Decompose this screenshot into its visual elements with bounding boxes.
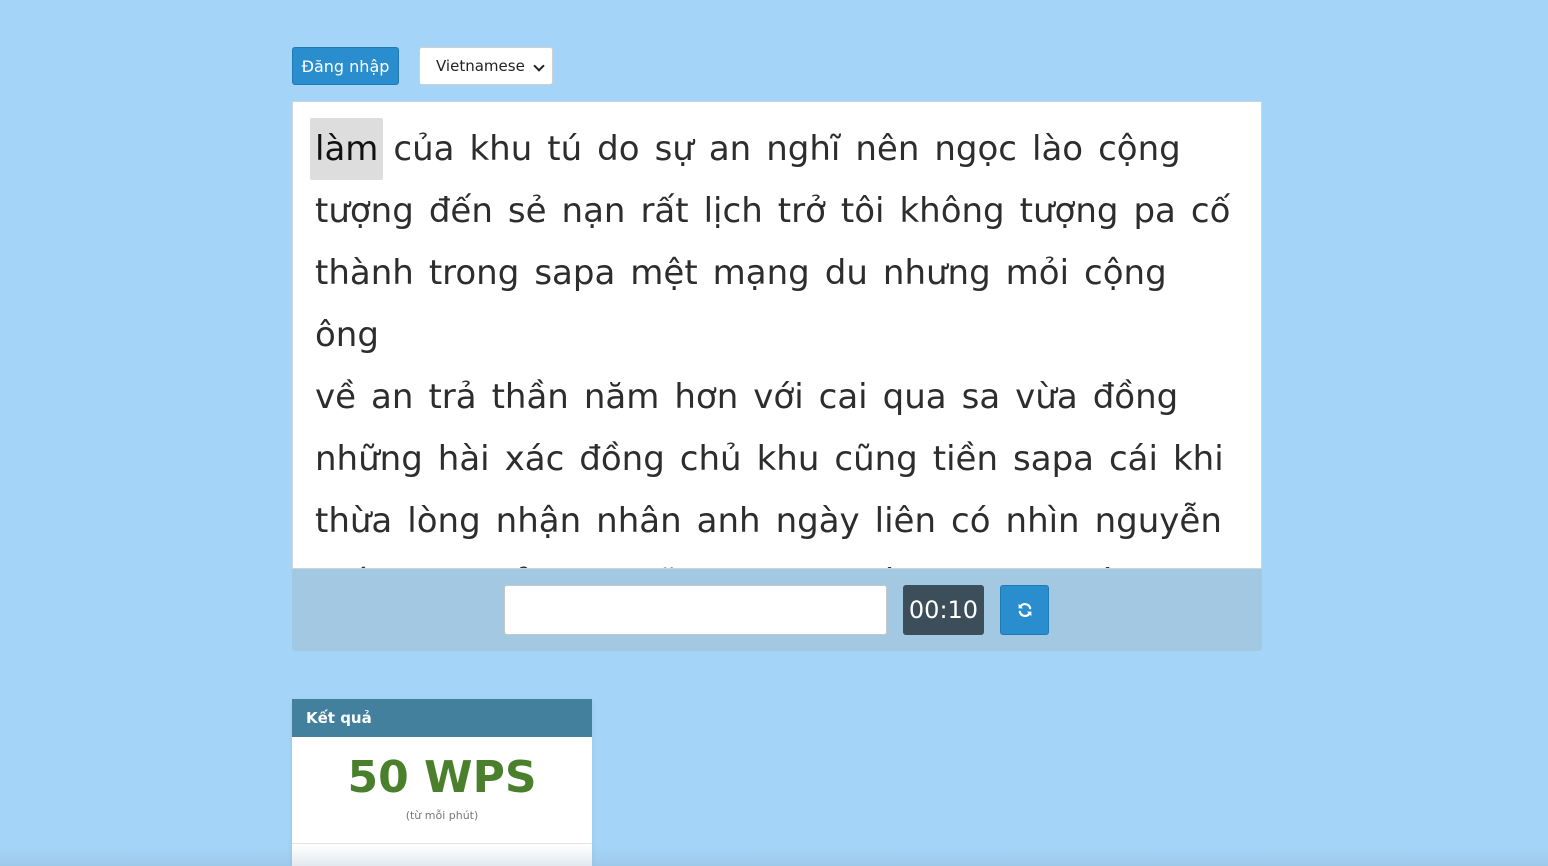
word: cái <box>1108 439 1158 479</box>
result-title: Kết quả <box>292 699 592 737</box>
word: do <box>597 129 640 169</box>
word: tiền <box>932 439 999 479</box>
word: tự <box>418 552 463 568</box>
word: chia <box>544 552 625 568</box>
word: nhưng <box>882 253 991 293</box>
word: liên <box>874 501 937 541</box>
word: cộng <box>1098 129 1181 169</box>
word: đến <box>428 191 493 231</box>
word: zing <box>688 552 768 568</box>
word: không <box>899 191 1005 231</box>
word: khu <box>756 439 820 479</box>
word: ông <box>315 315 379 355</box>
word: đông <box>853 552 949 568</box>
word: xác <box>504 439 565 479</box>
word: qua <box>882 377 947 417</box>
word: với <box>753 377 804 417</box>
login-button[interactable]: Đăng nhập <box>292 47 399 85</box>
word: sapa <box>1013 439 1094 479</box>
word: mạng <box>1125 552 1232 568</box>
word: nhân <box>596 501 682 541</box>
word: khu <box>469 129 533 169</box>
word: thừa <box>315 501 393 541</box>
word: năm <box>583 377 660 417</box>
word: trả <box>428 377 477 417</box>
word: sự <box>654 129 694 169</box>
word: về <box>315 377 357 417</box>
current-word: làm <box>310 118 384 180</box>
word: ngày <box>775 501 860 541</box>
word: quan <box>953 552 1049 568</box>
timer-display: 00:10 <box>903 585 984 635</box>
divider <box>292 843 592 844</box>
bottom-shadow <box>0 845 1548 866</box>
word: nên <box>855 129 920 169</box>
word: mệt <box>630 253 698 293</box>
word-list: làm của khu tú do sự an nghĩ nên ngọc lào cộng tượng… <box>310 118 1245 568</box>
word: trong <box>428 253 520 293</box>
word: qua <box>774 552 848 568</box>
result-panel: Kết quả 50 WPS (từ mỗi phút) <box>292 699 592 866</box>
top-toolbar: Đăng nhập Vietnamese <box>292 47 553 85</box>
wps-value: 50 WPS <box>347 752 537 803</box>
word: anh <box>696 501 761 541</box>
word: rất <box>640 191 689 231</box>
words-display: làm của khu tú do sự an nghĩ nên ngọc lào cộng tượng… <box>292 101 1262 569</box>
word: an <box>708 129 752 169</box>
word: mạng <box>712 253 810 293</box>
word: cũng <box>834 439 918 479</box>
word: nghĩ <box>766 129 841 169</box>
word: nguyễn <box>1094 501 1222 541</box>
word: sẻ <box>507 191 547 231</box>
typing-input[interactable] <box>504 585 887 635</box>
language-select[interactable]: Vietnamese <box>419 47 553 85</box>
word: ngọc <box>934 129 1018 169</box>
word: có <box>951 501 991 541</box>
word: nữ <box>630 552 683 568</box>
word: trở <box>777 191 826 231</box>
word: đồng <box>1092 377 1179 417</box>
refresh-icon <box>1018 603 1031 617</box>
word: pa <box>1133 191 1176 231</box>
refresh-button[interactable] <box>1000 585 1049 635</box>
word: khi <box>1172 439 1224 479</box>
word: cai <box>818 377 868 417</box>
word: tú <box>547 129 583 169</box>
word: lào <box>1032 129 1084 169</box>
word: mỏi <box>1005 253 1070 293</box>
word: an <box>371 377 414 417</box>
word: tôi <box>840 191 885 231</box>
word: du <box>824 253 868 293</box>
word: lịch <box>703 191 763 231</box>
word: chính <box>310 552 413 568</box>
word: hài <box>437 439 490 479</box>
word: chủ <box>468 552 540 568</box>
word: nạn <box>561 191 626 231</box>
word: nhận <box>495 501 582 541</box>
word: sa <box>961 377 1001 417</box>
word: cộng <box>1084 253 1167 293</box>
word: của <box>393 129 455 169</box>
word: cố <box>1190 191 1231 231</box>
word: lòng <box>407 501 481 541</box>
typing-controls: 00:10 <box>292 569 1262 651</box>
language-select-value: Vietnamese <box>436 57 525 75</box>
word: sapa <box>534 253 616 293</box>
word: đồng <box>579 439 665 479</box>
word: hơn <box>674 377 739 417</box>
word: thành <box>315 253 414 293</box>
word: tượng <box>315 191 414 231</box>
word: nhìn <box>1005 501 1080 541</box>
word: những <box>315 439 423 479</box>
word: vừa <box>1015 377 1078 417</box>
word: thần <box>491 377 569 417</box>
word: thứ <box>1054 552 1120 568</box>
word: tượng <box>1019 191 1119 231</box>
chevron-down-icon <box>533 60 545 72</box>
word: chủ <box>679 439 742 479</box>
wps-subtitle: (từ mỗi phút) <box>405 809 479 822</box>
